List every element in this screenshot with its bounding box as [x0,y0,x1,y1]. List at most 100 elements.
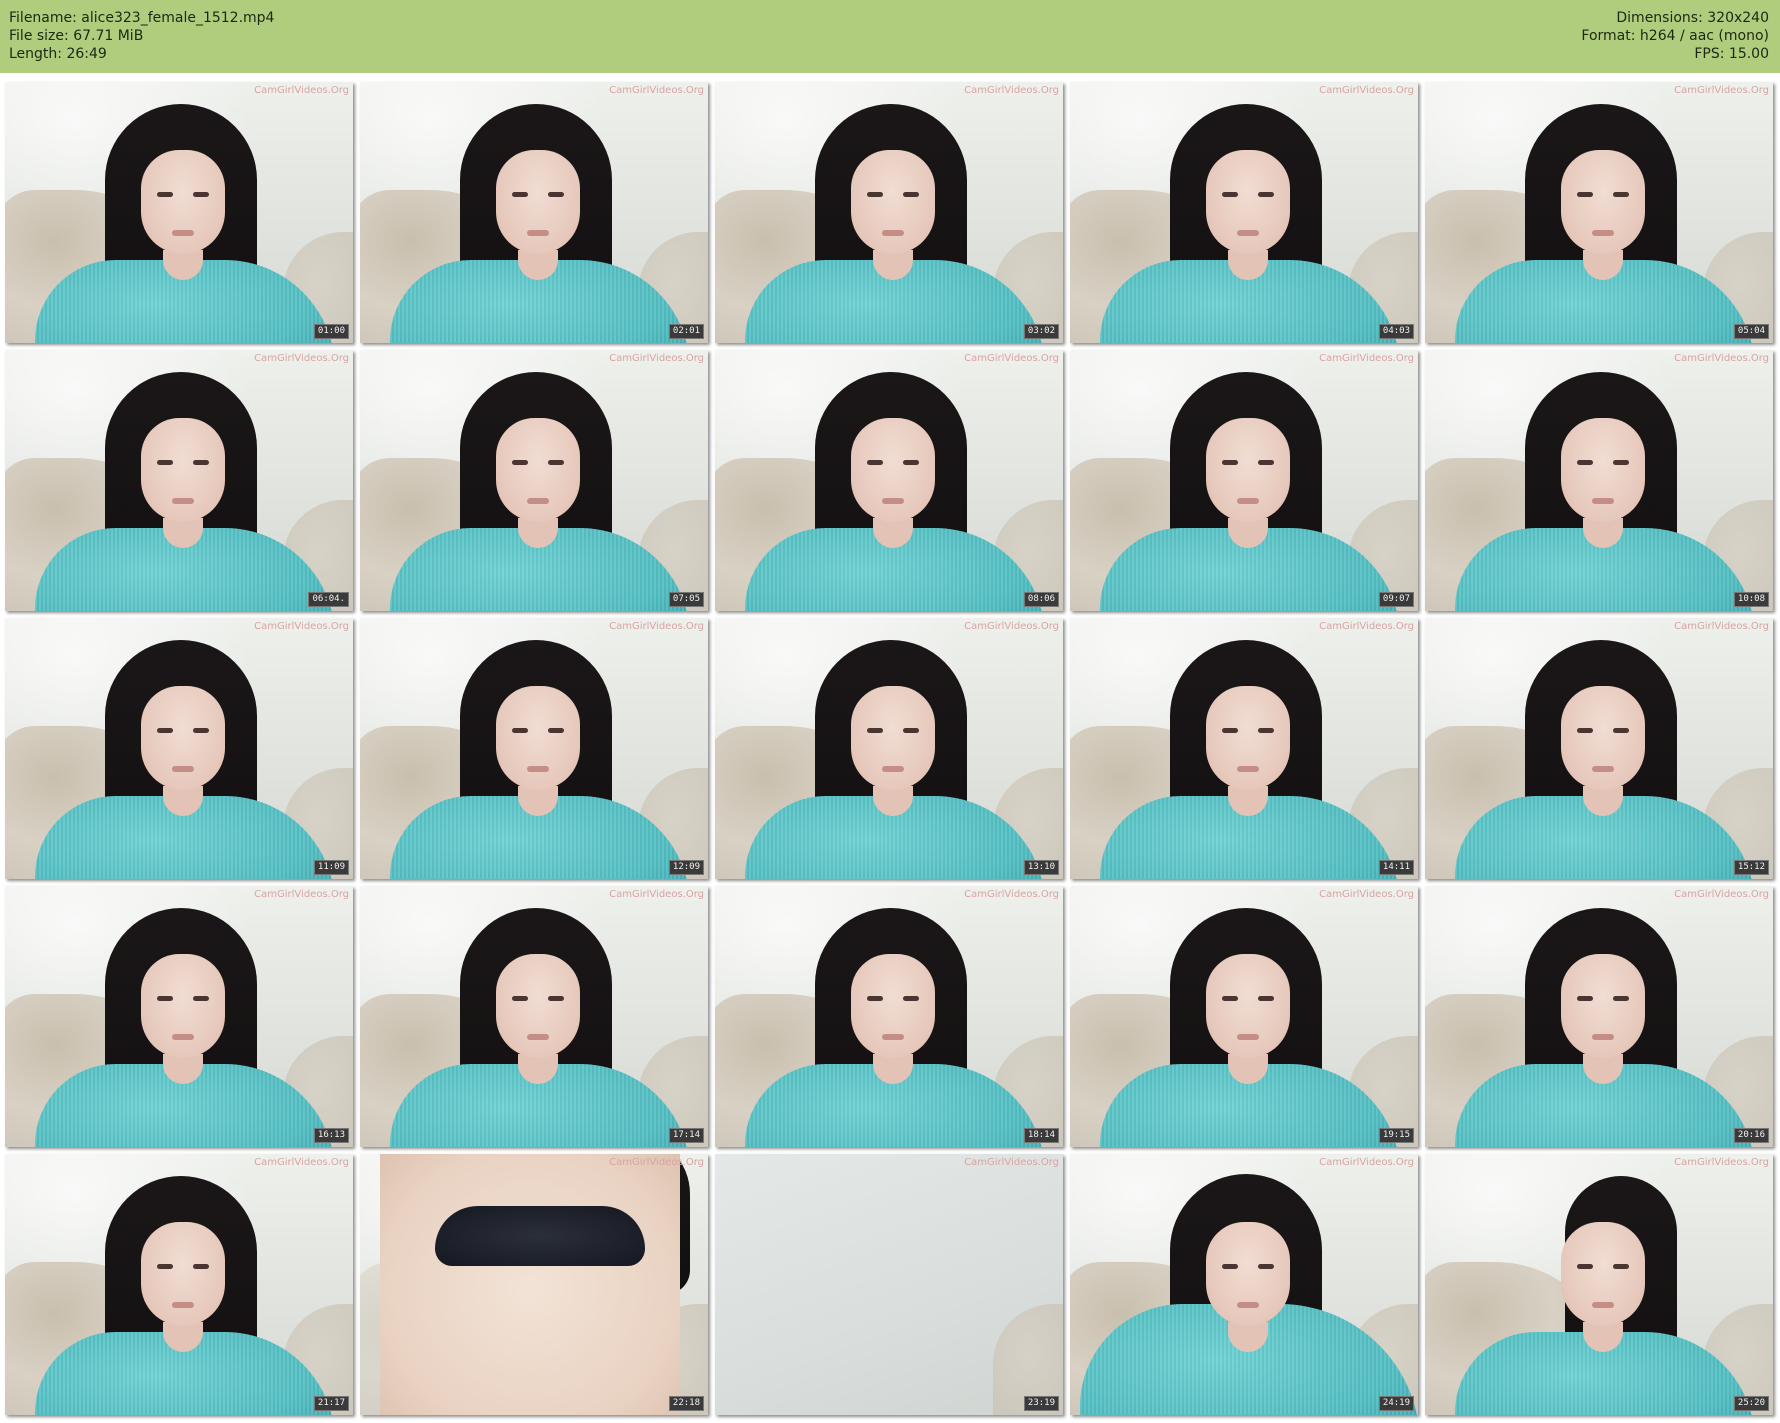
frame-eye-r [548,192,564,197]
watermark-text: CamGirlVideos.Org [1319,621,1414,632]
frame-face [1561,418,1645,522]
video-thumbnail[interactable]: CamGirlVideos.Org 09:07 [1070,350,1418,611]
watermark-text: CamGirlVideos.Org [254,1157,349,1168]
frame-face [851,954,935,1058]
timestamp-badge: 14:11 [1378,860,1414,875]
frame-face [1561,150,1645,254]
frame-eye-r [548,460,564,465]
frame-eye-l [1577,192,1593,197]
video-thumbnail[interactable]: CamGirlVideos.Org 05:04 [1425,82,1773,343]
video-thumbnail[interactable]: CamGirlVideos.Org 19:15 [1070,886,1418,1147]
frame-lips [1237,1034,1259,1040]
watermark-text: CamGirlVideos.Org [254,621,349,632]
timestamp-badge: 02:01 [668,324,704,339]
frame-eye-l [867,728,883,733]
video-thumbnail[interactable]: CamGirlVideos.Org 22:18 [360,1154,708,1415]
watermark-text: CamGirlVideos.Org [609,85,704,96]
frame-face [1561,686,1645,790]
frame-sweater [380,1154,680,1415]
video-thumbnail[interactable]: CamGirlVideos.Org 02:01 [360,82,708,343]
frame-face [1561,1222,1645,1326]
frame-eye-l [1222,192,1238,197]
frame-eye-l [1577,996,1593,1001]
frame-eye-r [1613,460,1629,465]
frame-lips [172,498,194,504]
format-label: Format: h264 / aac (mono) [1581,28,1769,44]
frame-eye-l [1577,460,1593,465]
timestamp-badge: 18:14 [1023,1128,1059,1143]
watermark-text: CamGirlVideos.Org [1319,85,1414,96]
frame-eye-r [1258,192,1274,197]
video-thumbnail[interactable]: CamGirlVideos.Org 12:09 [360,618,708,879]
watermark-text: CamGirlVideos.Org [1674,621,1769,632]
length-label: Length: 26:49 [9,46,107,62]
video-thumbnail[interactable]: CamGirlVideos.Org 14:11 [1070,618,1418,879]
watermark-text: CamGirlVideos.Org [964,85,1059,96]
frame-eye-r [903,728,919,733]
watermark-text: CamGirlVideos.Org [609,353,704,364]
timestamp-badge: 23:19 [1023,1396,1059,1411]
video-thumbnail[interactable]: CamGirlVideos.Org 23:19 [715,1154,1063,1415]
timestamp-badge: 20:16 [1733,1128,1769,1143]
frame-lips [527,230,549,236]
video-thumbnail[interactable]: CamGirlVideos.Org 20:16 [1425,886,1773,1147]
frame-eye-r [548,728,564,733]
frame-eye-l [157,1264,173,1269]
video-thumbnail[interactable]: CamGirlVideos.Org 11:09 [5,618,353,879]
frame-face [496,150,580,254]
watermark-text: CamGirlVideos.Org [1319,353,1414,364]
frame-eye-r [903,192,919,197]
timestamp-badge: 08:06 [1023,592,1059,607]
watermark-text: CamGirlVideos.Org [964,1157,1059,1168]
frame-lips [882,766,904,772]
video-thumbnail[interactable]: CamGirlVideos.Org 06:04. [5,350,353,611]
video-thumbnail[interactable]: CamGirlVideos.Org 04:03 [1070,82,1418,343]
video-thumbnail[interactable]: CamGirlVideos.Org 17:14 [360,886,708,1147]
frame-eye-l [157,728,173,733]
fps-label: FPS: 15.00 [1694,46,1769,62]
timestamp-badge: 06:04. [308,592,349,607]
frame-lips [172,1034,194,1040]
watermark-text: CamGirlVideos.Org [1674,353,1769,364]
video-thumbnail[interactable]: CamGirlVideos.Org 16:13 [5,886,353,1147]
frame-face [141,954,225,1058]
frame-lips [1592,766,1614,772]
timestamp-badge: 21:17 [313,1396,349,1411]
timestamp-badge: 22:18 [668,1396,704,1411]
frame-garment [435,1206,645,1266]
frame-eye-r [1258,996,1274,1001]
frame-eye-l [867,192,883,197]
video-thumbnail[interactable]: CamGirlVideos.Org 03:02 [715,82,1063,343]
video-thumbnail[interactable]: CamGirlVideos.Org 01:00 [5,82,353,343]
frame-eye-l [157,460,173,465]
video-thumbnail[interactable]: CamGirlVideos.Org 08:06 [715,350,1063,611]
video-thumbnail[interactable]: CamGirlVideos.Org 24:19 [1070,1154,1418,1415]
frame-face [1206,418,1290,522]
frame-lips [527,1034,549,1040]
video-thumbnail[interactable]: CamGirlVideos.Org 15:12 [1425,618,1773,879]
frame-eye-r [1258,460,1274,465]
frame-eye-l [1222,728,1238,733]
frame-face [141,686,225,790]
frame-lips [172,766,194,772]
video-thumbnail[interactable]: CamGirlVideos.Org 07:05 [360,350,708,611]
dimensions-label: Dimensions: 320x240 [1616,10,1769,26]
timestamp-badge: 09:07 [1378,592,1414,607]
video-thumbnail[interactable]: CamGirlVideos.Org 18:14 [715,886,1063,1147]
timestamp-badge: 05:04 [1733,324,1769,339]
thumbnail-grid: CamGirlVideos.Org 01:00 CamGirlVideos.Org 0… [5,82,1773,1415]
video-thumbnail[interactable]: CamGirlVideos.Org 10:08 [1425,350,1773,611]
timestamp-badge: 12:09 [668,860,704,875]
frame-lips [1237,498,1259,504]
frame-eye-l [157,192,173,197]
watermark-text: CamGirlVideos.Org [609,889,704,900]
watermark-text: CamGirlVideos.Org [254,85,349,96]
frame-face [851,150,935,254]
frame-eye-r [193,996,209,1001]
video-thumbnail[interactable]: CamGirlVideos.Org 21:17 [5,1154,353,1415]
video-thumbnail[interactable]: CamGirlVideos.Org 25:20 [1425,1154,1773,1415]
video-thumbnail[interactable]: CamGirlVideos.Org 13:10 [715,618,1063,879]
frame-lips [1592,230,1614,236]
timestamp-badge: 16:13 [313,1128,349,1143]
file-info: Filename: alice323_female_1512.mp4 File … [9,9,274,63]
